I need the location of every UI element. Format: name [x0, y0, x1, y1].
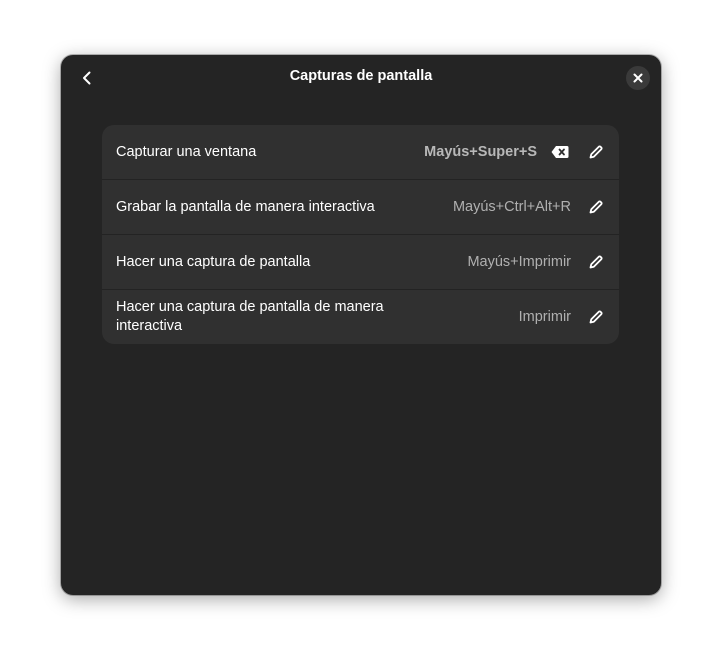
shortcut-row-interactive-screenshot[interactable]: Hacer una captura de pantalla de manera …: [102, 290, 619, 344]
shortcut-label: Hacer una captura de pantalla: [116, 253, 311, 270]
clear-shortcut-button[interactable]: [549, 141, 571, 163]
dialog-title: Capturas de pantalla: [289, 68, 433, 84]
pencil-icon: [589, 255, 603, 269]
edit-shortcut-button[interactable]: [585, 141, 607, 163]
edit-shortcut-button[interactable]: [585, 251, 607, 273]
pencil-icon: [589, 200, 603, 214]
edit-shortcut-button[interactable]: [585, 306, 607, 328]
pencil-icon: [589, 145, 603, 159]
shortcut-row-record-screen[interactable]: Grabar la pantalla de manera interactiva…: [102, 180, 619, 235]
shortcut-row-capture-window[interactable]: Capturar una ventana Mayús+Super+S: [102, 125, 619, 180]
header-bar: Capturas de pantalla: [61, 55, 661, 101]
close-icon: [633, 73, 643, 83]
shortcut-label: Hacer una captura de pantalla de manera …: [116, 299, 384, 334]
shortcut-list: Capturar una ventana Mayús+Super+S Graba…: [102, 125, 619, 344]
pencil-icon: [589, 310, 603, 324]
shortcut-accelerator: Imprimir: [518, 309, 571, 325]
shortcut-accelerator: Mayús+Imprimir: [467, 254, 571, 270]
edit-shortcut-button[interactable]: [585, 196, 607, 218]
shortcut-label: Grabar la pantalla de manera interactiva: [116, 198, 375, 215]
shortcuts-dialog: Capturas de pantalla Capturar una ventan…: [61, 55, 661, 595]
shortcut-row-take-screenshot[interactable]: Hacer una captura de pantalla Mayús+Impr…: [102, 235, 619, 290]
shortcut-accelerator: Mayús+Ctrl+Alt+R: [452, 199, 571, 215]
backspace-icon: [551, 146, 569, 158]
close-button[interactable]: [626, 66, 650, 90]
shortcut-label: Capturar una ventana: [116, 143, 257, 160]
shortcut-accelerator: Mayús+Super+S: [424, 144, 537, 160]
